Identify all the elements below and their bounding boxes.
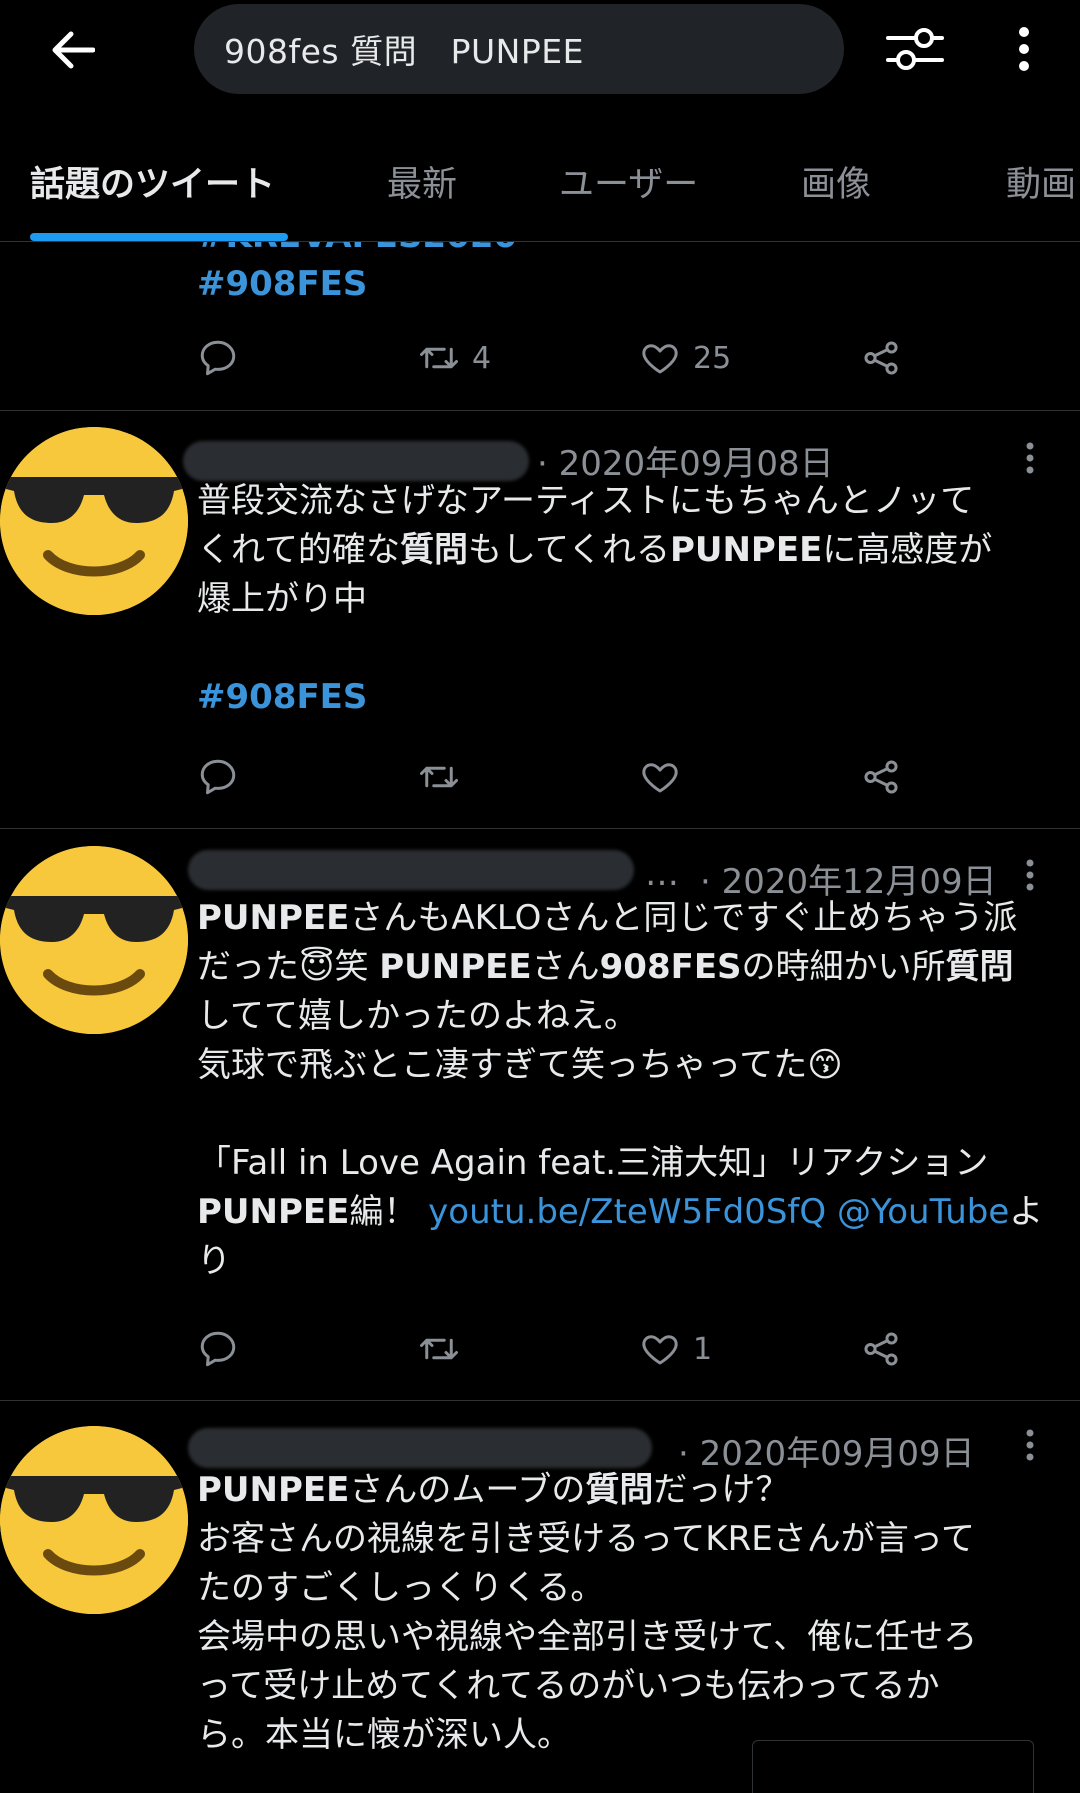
share-icon bbox=[864, 1332, 898, 1366]
youtube-link[interactable]: youtu.be/ZteW5Fd0SfQ bbox=[428, 1192, 826, 1232]
retweet-icon bbox=[420, 1338, 458, 1360]
reply-button[interactable] bbox=[197, 337, 239, 379]
sunglasses-emoji-avatar[interactable] bbox=[0, 846, 188, 1034]
hashtag-link[interactable]: #908FES bbox=[197, 677, 367, 717]
name-ellipsis: … bbox=[645, 854, 679, 894]
retweet-icon bbox=[420, 766, 458, 788]
back-arrow-icon[interactable] bbox=[40, 22, 104, 78]
active-tab-indicator bbox=[30, 233, 288, 241]
tweet-card[interactable]: · 2020年09月08日 普段交流なさげなアーティストにもちゃんとノッて くれ… bbox=[0, 411, 1080, 829]
tweet-text: 普段交流なさげなアーティストにもちゃんとノッて くれて的確な質問もしてくれるPU… bbox=[197, 481, 993, 717]
filter-icon[interactable] bbox=[884, 18, 946, 80]
like-button[interactable] bbox=[639, 756, 681, 798]
redacted-username[interactable] bbox=[188, 850, 634, 890]
hashtag-link[interactable]: #908FES bbox=[197, 264, 367, 304]
top-bar: 908fes 質問 PUNPEE bbox=[0, 0, 1080, 100]
reply-icon bbox=[200, 1331, 236, 1367]
tab-people[interactable]: ユーザー bbox=[559, 156, 698, 207]
share-button[interactable] bbox=[860, 756, 902, 798]
search-input[interactable]: 908fes 質問 PUNPEE bbox=[194, 4, 844, 94]
retweet-count: 4 bbox=[472, 340, 492, 376]
tweet-more-icon[interactable] bbox=[1020, 858, 1040, 892]
retweet-button[interactable] bbox=[418, 1328, 460, 1370]
like-icon bbox=[642, 1335, 678, 1365]
like-count: 1 bbox=[693, 1331, 713, 1367]
share-button[interactable] bbox=[860, 337, 902, 379]
embedded-media-preview[interactable] bbox=[752, 1740, 1034, 1793]
reply-icon bbox=[200, 759, 236, 795]
retweet-icon bbox=[420, 347, 458, 369]
youtube-mention-link[interactable]: @YouTube bbox=[837, 1192, 1009, 1232]
tweet-more-icon[interactable] bbox=[1020, 1428, 1040, 1462]
tweet-more-icon[interactable] bbox=[1020, 441, 1040, 475]
retweet-button[interactable] bbox=[418, 756, 460, 798]
reply-button[interactable] bbox=[197, 1328, 239, 1370]
redacted-username[interactable] bbox=[188, 1428, 652, 1468]
like-button[interactable]: 25 bbox=[639, 337, 731, 379]
sunglasses-emoji-avatar[interactable] bbox=[0, 1426, 188, 1614]
reply-button[interactable] bbox=[197, 756, 239, 798]
tab-photos[interactable]: 画像 bbox=[801, 156, 871, 207]
tweet-text: PUNPEEさんのムーブの質問だっけ？ お客さんの視線を引き受けるってKREさん… bbox=[197, 1470, 978, 1755]
tweet-divider bbox=[0, 828, 1080, 829]
like-button[interactable]: 1 bbox=[639, 1328, 712, 1370]
share-icon bbox=[864, 760, 898, 794]
like-count: 25 bbox=[693, 340, 732, 376]
tweet-card[interactable]: · 2020年09月09日 PUNPEEさんのムーブの質問だっけ？ お客さんの視… bbox=[0, 1402, 1080, 1793]
tweet-feed[interactable]: #KREVAFES2020 #908FES 4 25 · 2020年09月08日 bbox=[0, 242, 1080, 1793]
tab-top[interactable]: 話題のツイート bbox=[30, 156, 275, 207]
redacted-username[interactable] bbox=[183, 441, 529, 481]
tweet-card[interactable]: … · 2020年12月09日 PUNPEEさんもAKLOさんと同じですぐ止めち… bbox=[0, 830, 1080, 1401]
share-icon bbox=[864, 341, 898, 375]
like-icon bbox=[642, 763, 678, 793]
tab-videos[interactable]: 動画 bbox=[1006, 156, 1076, 207]
sunglasses-emoji-avatar[interactable] bbox=[0, 427, 188, 615]
tweet-text: PUNPEEさんもAKLOさんと同じですぐ止めちゃう派 だった😇笑 PUNPEE… bbox=[197, 898, 1044, 1281]
like-icon bbox=[642, 344, 678, 374]
reply-icon bbox=[200, 340, 236, 376]
share-button[interactable] bbox=[860, 1328, 902, 1370]
search-tabs: 話題のツイート 最新 ユーザー 画像 動画 bbox=[0, 132, 1080, 242]
hashtag-link-partial[interactable]: #KREVAFES2020 bbox=[197, 242, 517, 256]
retweet-button[interactable]: 4 bbox=[418, 337, 491, 379]
more-vertical-icon[interactable] bbox=[1000, 18, 1048, 80]
tab-latest[interactable]: 最新 bbox=[387, 156, 457, 207]
tweet-divider bbox=[0, 1400, 1080, 1401]
